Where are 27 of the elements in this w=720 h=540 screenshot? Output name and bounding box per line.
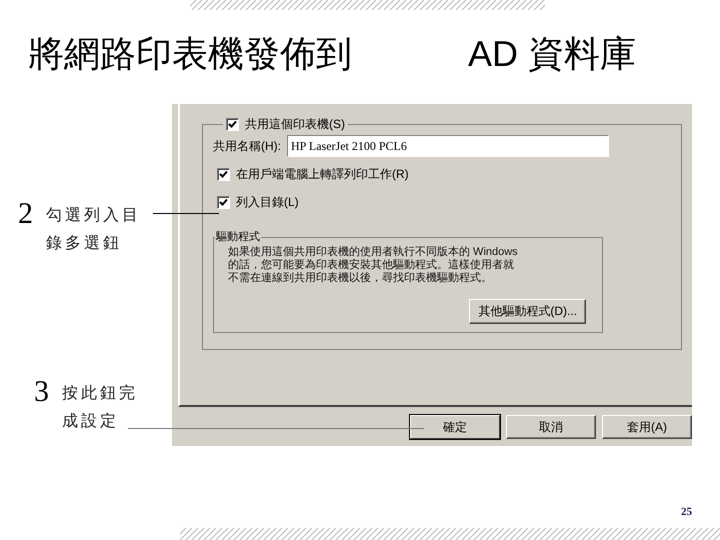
- dialog-button[interactable]: 取消: [506, 415, 596, 440]
- callout-text: 成設定: [62, 412, 120, 432]
- description-text: 如果使用這個共用印表機的使用者執行不同版本的 Windows 的話，您可能要為印表機安裝其他驅動程式。這樣使用者就 不需在連線到共用印表機以後，尋找印表機驅動程式。: [228, 246, 519, 285]
- dialog-button[interactable]: 套用(A): [602, 415, 692, 440]
- callout-text: 勾選列入目: [46, 206, 141, 226]
- page-number: 25: [681, 504, 692, 520]
- check-icon: [219, 198, 228, 207]
- group-title: 驅動程式: [215, 230, 261, 246]
- check-icon: [219, 170, 228, 179]
- slide-title: AD 資料庫: [468, 32, 636, 76]
- slide-title: 將網路印表機發佈到: [28, 32, 353, 76]
- other-drivers-button[interactable]: 其他驅動程式(D)...: [469, 298, 586, 324]
- checkbox-label: 在用戶端電腦上轉譯列印工作(R): [236, 166, 409, 184]
- checkbox[interactable]: [226, 118, 239, 131]
- leader-line: [153, 213, 219, 214]
- dialog-button[interactable]: 確定: [410, 415, 500, 440]
- field-label: 共用名稱(H):: [213, 138, 281, 156]
- checkbox-label: 共用這個印表機(S): [245, 116, 345, 134]
- step-number: 3: [34, 374, 50, 410]
- callout-text: 錄多選鈕: [46, 234, 123, 254]
- checkbox-label: 列入目錄(L): [236, 194, 299, 212]
- checkbox[interactable]: [217, 196, 230, 209]
- checkbox[interactable]: [217, 168, 230, 181]
- check-icon: [228, 120, 237, 129]
- callout-text: 按此鈕完: [62, 384, 138, 404]
- step-number: 2: [18, 196, 34, 232]
- share-name-field[interactable]: HP LaserJet 2100 PCL6: [287, 135, 609, 158]
